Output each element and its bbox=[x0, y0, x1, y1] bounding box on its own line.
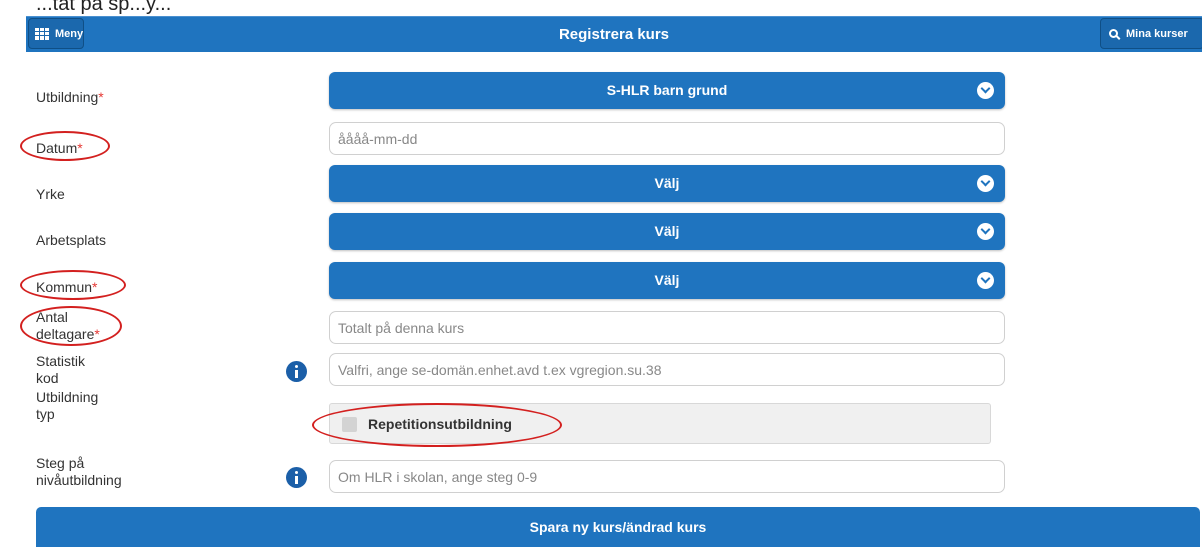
steg-field[interactable] bbox=[329, 460, 1005, 493]
chevron-down-icon bbox=[977, 82, 994, 99]
save-course-label: Spara ny kurs/ändrad kurs bbox=[529, 519, 707, 535]
repetitionsutbildning-checkbox-row[interactable]: Repetitionsutbildning bbox=[329, 403, 991, 444]
arbetsplats-label: Arbetsplats bbox=[36, 232, 107, 248]
utbildning-select-value: S-HLR barn grund bbox=[606, 82, 728, 98]
yrke-select-value: Välj bbox=[654, 175, 680, 191]
datum-label: Datum* bbox=[36, 140, 83, 157]
top-bar: Meny Registrera kurs Mina kurser bbox=[26, 16, 1202, 52]
statistik-label-line2: kod bbox=[36, 370, 59, 386]
datum-label-text: Datum bbox=[36, 140, 78, 156]
antal-label-line2: deltagare bbox=[36, 326, 95, 342]
info-icon[interactable] bbox=[286, 361, 307, 382]
kommun-select-value: Välj bbox=[654, 272, 680, 288]
antal-deltagare-field[interactable] bbox=[329, 311, 1005, 344]
kommun-select[interactable]: Välj bbox=[329, 262, 1005, 299]
antal-deltagare-label: Antal deltagare* bbox=[36, 309, 100, 343]
page-title: Registrera kurs bbox=[558, 26, 670, 43]
arbetsplats-select-value: Välj bbox=[654, 223, 680, 239]
utbildning-typ-label: Utbildning typ bbox=[36, 389, 98, 423]
required-marker: * bbox=[98, 89, 104, 105]
chevron-down-icon bbox=[977, 175, 994, 192]
utbildning-typ-line1: Utbildning bbox=[36, 389, 99, 405]
utbildning-label-text: Utbildning bbox=[36, 89, 99, 105]
required-marker: * bbox=[77, 140, 83, 156]
repetitionsutbildning-label: Repetitionsutbildning bbox=[368, 416, 512, 432]
required-marker: * bbox=[94, 326, 100, 342]
statistik-kod-field[interactable] bbox=[329, 353, 1005, 386]
kommun-label-text: Kommun bbox=[36, 279, 93, 295]
chevron-down-icon bbox=[977, 223, 994, 240]
search-icon bbox=[1109, 29, 1118, 38]
utbildning-typ-line2: typ bbox=[36, 406, 55, 422]
antal-label-line1: Antal bbox=[36, 309, 68, 325]
statistik-kod-label: Statistik kod bbox=[36, 353, 85, 387]
repetitionsutbildning-checkbox[interactable] bbox=[342, 417, 357, 432]
steg-label-line2: nivåutbildning bbox=[36, 472, 122, 488]
yrke-label: Yrke bbox=[36, 186, 65, 202]
required-marker: * bbox=[92, 279, 98, 295]
arbetsplats-select[interactable]: Välj bbox=[329, 213, 1005, 250]
kommun-label: Kommun* bbox=[36, 279, 97, 296]
info-icon[interactable] bbox=[286, 467, 307, 488]
steg-label: Steg på nivåutbildning bbox=[36, 455, 122, 489]
steg-label-line1: Steg på bbox=[36, 455, 85, 471]
statistik-label-line1: Statistik bbox=[36, 353, 86, 369]
mina-kurser-button[interactable]: Mina kurser bbox=[1100, 18, 1202, 49]
utbildning-label: Utbildning* bbox=[36, 89, 104, 106]
utbildning-select[interactable]: S-HLR barn grund bbox=[329, 72, 1005, 109]
mina-kurser-label: Mina kurser bbox=[1126, 27, 1188, 40]
datum-field[interactable] bbox=[329, 122, 1005, 155]
yrke-select[interactable]: Välj bbox=[329, 165, 1005, 202]
chevron-down-icon bbox=[977, 272, 994, 289]
cropped-top-text: ...tät på sp...y... bbox=[36, 0, 172, 15]
save-course-button[interactable]: Spara ny kurs/ändrad kurs bbox=[36, 507, 1200, 547]
